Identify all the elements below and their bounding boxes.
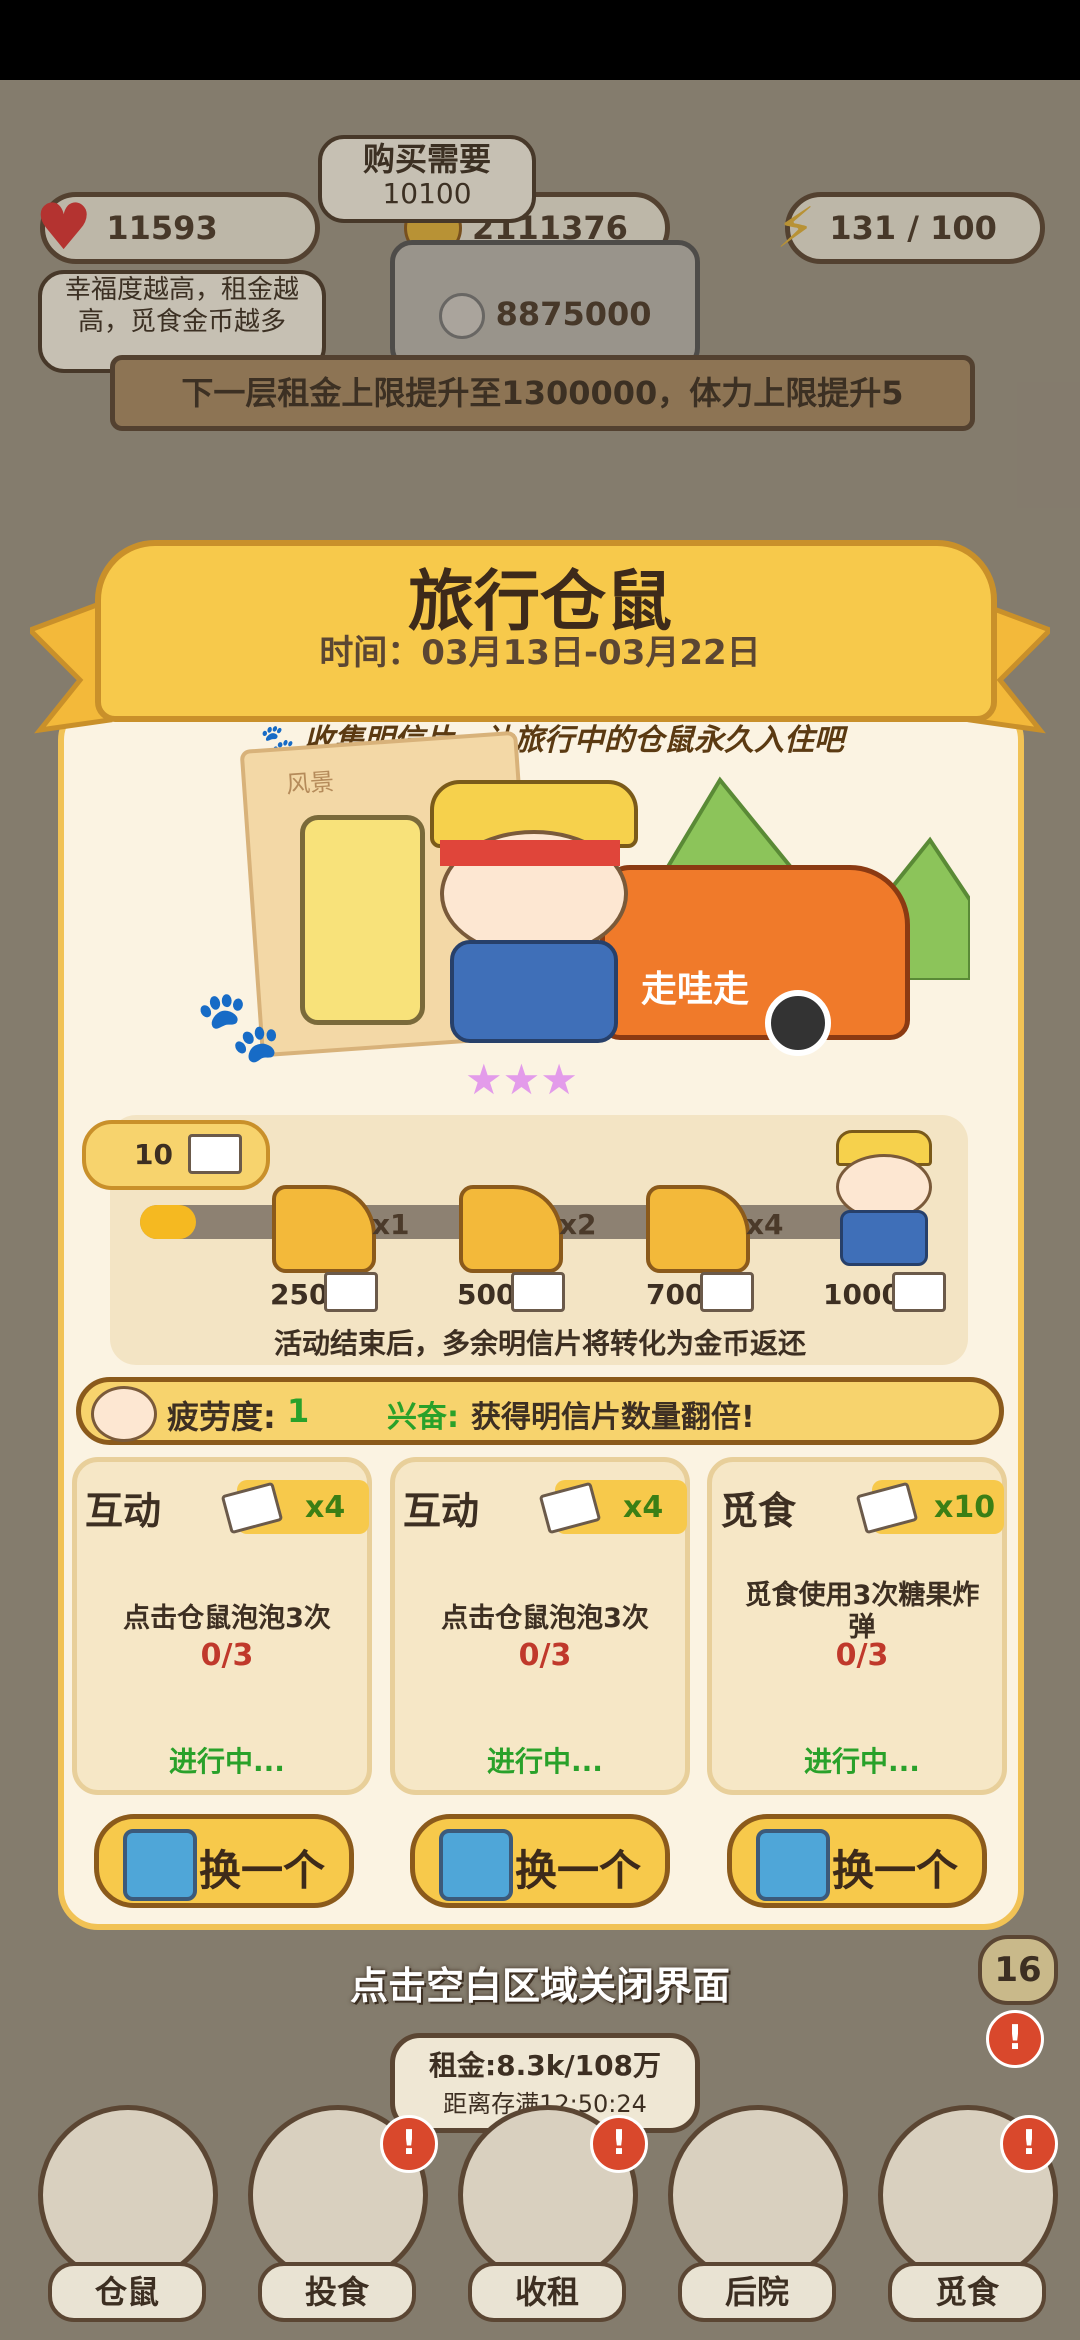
swap-label: 换一个 xyxy=(515,1846,642,1895)
postcard-icon xyxy=(700,1272,754,1312)
milestone-progress-fill xyxy=(140,1205,196,1239)
postcard-icon xyxy=(538,1481,602,1535)
task-progress: 0/3 xyxy=(835,1638,889,1673)
status-bar xyxy=(0,0,1080,80)
event-date: 时间：03月13日-03月22日 xyxy=(319,633,761,673)
milestone-value: 700 xyxy=(646,1278,705,1311)
rent-amount: 租金:8.3k/108万 xyxy=(428,2049,662,2082)
task-description: 点击仓鼠泡泡3次 xyxy=(123,1603,331,1634)
postcard-icon xyxy=(220,1481,284,1535)
milestone-multiplier: x1 xyxy=(372,1208,410,1241)
task-type: 觅食 xyxy=(720,1489,797,1533)
milestone-value: 500 xyxy=(457,1278,516,1311)
nav-hamster-label[interactable]: 仓鼠 xyxy=(48,2262,206,2322)
swap-label: 换一个 xyxy=(832,1846,959,1895)
milestone-multiplier: x2 xyxy=(559,1208,597,1241)
nav-rent-label[interactable]: 收租 xyxy=(468,2262,626,2322)
cheese-reward-icon[interactable] xyxy=(272,1185,376,1273)
task-description: 觅食使用3次糖果炸弹 xyxy=(744,1580,980,1643)
nav-hamster-button[interactable] xyxy=(38,2105,218,2285)
task-reward-tag: x10 xyxy=(855,1480,1004,1535)
task-progress: 0/3 xyxy=(200,1638,254,1673)
task-type: 互动 xyxy=(403,1489,480,1533)
postcard-icon xyxy=(511,1272,565,1312)
nav-forage-label[interactable]: 觅食 xyxy=(888,2262,1046,2322)
task-status: 进行中... xyxy=(487,1745,603,1778)
tv-ad-icon xyxy=(439,1829,513,1901)
tv-ad-icon xyxy=(756,1829,830,1901)
milestone-value: 250 xyxy=(270,1278,329,1311)
swap-task-button[interactable]: 换一个 xyxy=(94,1814,354,1908)
nav-backyard-button[interactable] xyxy=(668,2105,848,2285)
milestone-value: 1000 xyxy=(823,1278,901,1311)
suitcase-illustration xyxy=(300,815,425,1025)
task-reward: x4 xyxy=(305,1490,346,1525)
task-type: 互动 xyxy=(85,1489,162,1533)
task-card[interactable]: 互动 x4 点击仓鼠泡泡3次 0/3 进行中... xyxy=(72,1457,372,1795)
postcard-count-tag: 10 xyxy=(82,1120,270,1190)
task-reward-tag: x4 xyxy=(220,1480,369,1535)
cheese-reward-icon[interactable] xyxy=(646,1185,750,1273)
fatigue-bar: 疲劳度: 1 兴奋: 获得明信片数量翻倍! xyxy=(76,1377,1004,1445)
side-count-value: 16 xyxy=(994,1950,1042,1990)
end-note: 活动结束后，多余明信片将转化为金币返还 xyxy=(273,1327,806,1360)
swap-task-button[interactable]: 换一个 xyxy=(410,1814,670,1908)
swap-task-button[interactable]: 换一个 xyxy=(727,1814,987,1908)
task-progress: 0/3 xyxy=(518,1638,572,1673)
tv-ad-icon xyxy=(123,1829,197,1901)
nav-backyard-label[interactable]: 后院 xyxy=(678,2262,836,2322)
alert-badge: ! xyxy=(590,2115,648,2173)
postcard-icon xyxy=(188,1134,242,1174)
star-rating: ★★★ xyxy=(465,1055,578,1104)
postcard-icon xyxy=(324,1272,378,1312)
task-description: 点击仓鼠泡泡3次 xyxy=(441,1603,649,1634)
task-reward: x4 xyxy=(623,1490,664,1525)
close-hint: 点击空白区域关闭界面 xyxy=(349,1964,730,2008)
task-status: 进行中... xyxy=(169,1745,285,1778)
task-status: 进行中... xyxy=(804,1745,920,1778)
task-reward: x10 xyxy=(934,1490,996,1525)
hamster-character xyxy=(410,780,650,1050)
postcard-icon xyxy=(855,1481,919,1535)
alert-badge: ! xyxy=(380,2115,438,2173)
postcard-icon xyxy=(892,1272,946,1312)
fatigue-label: 疲劳度: xyxy=(167,1398,276,1436)
alert-badge: ! xyxy=(1000,2115,1058,2173)
task-reward-tag: x4 xyxy=(538,1480,687,1535)
paw-icon: 🐾 xyxy=(195,985,283,1067)
cheese-reward-icon[interactable] xyxy=(459,1185,563,1273)
excite-text: 获得明信片数量翻倍! xyxy=(471,1400,755,1435)
hamster-face-icon xyxy=(91,1386,157,1442)
hamster-reward-icon[interactable] xyxy=(826,1130,936,1270)
task-card[interactable]: 觅食 x10 觅食使用3次糖果炸弹 0/3 进行中... xyxy=(707,1457,1007,1795)
alert-badge: ! xyxy=(986,2010,1044,2068)
task-card[interactable]: 互动 x4 点击仓鼠泡泡3次 0/3 进行中... xyxy=(390,1457,690,1795)
excite-label: 兴奋: xyxy=(387,1400,459,1435)
milestone-multiplier: x4 xyxy=(746,1208,784,1241)
side-counter[interactable]: 16 xyxy=(978,1935,1058,2005)
postcard-count: 10 xyxy=(134,1138,173,1171)
nav-feed-label[interactable]: 投食 xyxy=(258,2262,416,2322)
fatigue-value: 1 xyxy=(287,1392,310,1430)
bus-label: 走哇走 xyxy=(641,969,750,1010)
swap-label: 换一个 xyxy=(199,1846,326,1895)
bus-wheel xyxy=(765,990,831,1056)
